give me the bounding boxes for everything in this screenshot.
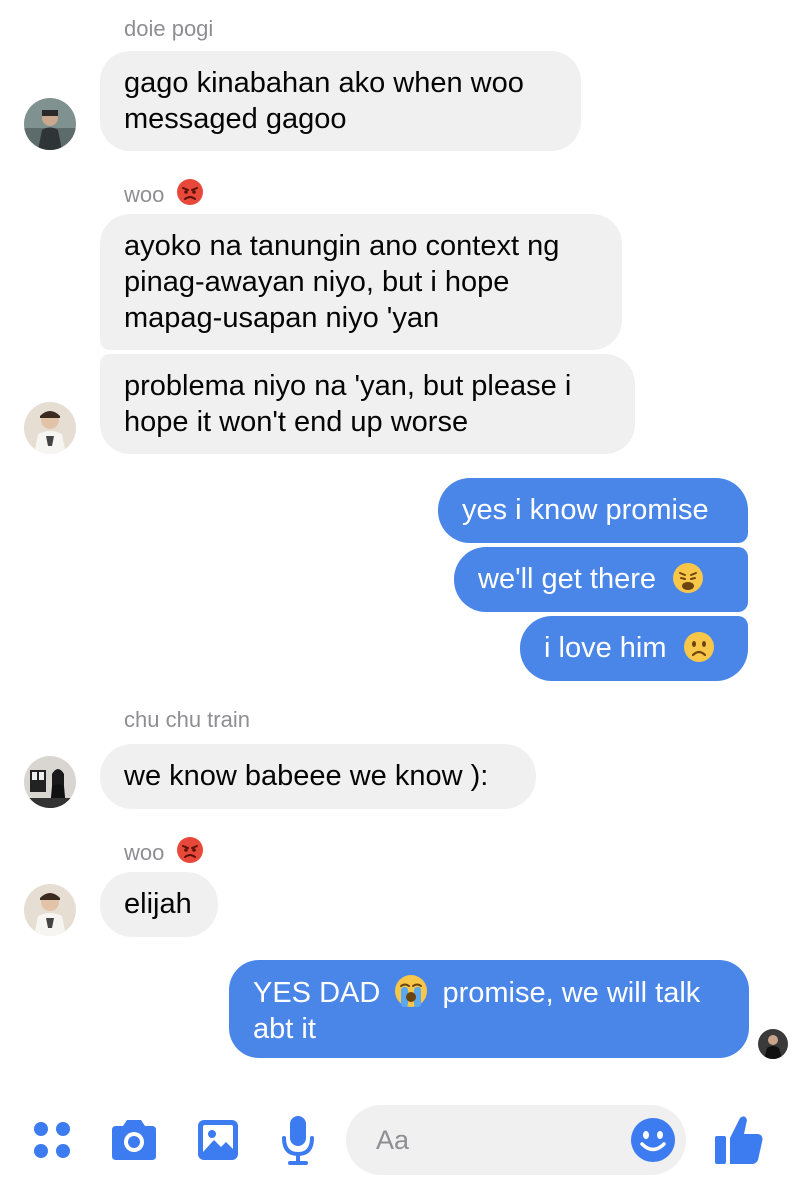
- gallery-icon[interactable]: [196, 1118, 240, 1167]
- message-text: i love him: [544, 632, 667, 664]
- message-bubble[interactable]: elijah: [100, 872, 218, 937]
- avatar-image: [24, 884, 76, 936]
- message-line: abt it: [253, 1013, 316, 1045]
- message-bubble-outgoing[interactable]: yes i know promise: [438, 478, 748, 543]
- sender-name-woo: woo: [124, 178, 204, 208]
- message-text: YES DAD: [253, 977, 381, 1009]
- avatar-woo[interactable]: [24, 402, 76, 454]
- message-input[interactable]: Aa: [346, 1105, 686, 1175]
- angry-face-icon: [177, 837, 204, 863]
- message-line: pinag-awayan niyo, but i hope: [124, 266, 510, 298]
- message-bubble-outgoing[interactable]: YES DAD promise, we will talk abt it: [229, 960, 749, 1058]
- sender-name-text: woo: [124, 840, 165, 865]
- message-line: problema niyo na 'yan, but please i: [124, 370, 572, 402]
- camera-icon[interactable]: [108, 1118, 160, 1167]
- angry-face-icon: [177, 179, 204, 205]
- loudly-crying-face-icon: [395, 975, 428, 1007]
- message-line: ayoko na tanungin ano context ng: [124, 230, 560, 262]
- sender-name-woo: woo: [124, 836, 204, 866]
- message-line: YES DAD promise, we will talk: [253, 974, 725, 1011]
- apps-icon[interactable]: [30, 1118, 74, 1167]
- avatar-woo[interactable]: [24, 884, 76, 936]
- message-bubble[interactable]: ayoko na tanungin ano context ng pinag-a…: [100, 214, 622, 350]
- message-bubble[interactable]: gago kinabahan ako when woo messaged gag…: [100, 51, 581, 151]
- message-bubble[interactable]: problema niyo na 'yan, but please i hope…: [100, 354, 635, 454]
- emoji-icon[interactable]: [630, 1117, 676, 1168]
- message-line: mapag-usapan niyo 'yan: [124, 302, 440, 334]
- microphone-icon[interactable]: [280, 1114, 316, 1171]
- weary-face-icon: [673, 563, 704, 593]
- message-text: promise, we will talk: [442, 977, 701, 1009]
- message-line: gago kinabahan ako when woo: [124, 67, 524, 99]
- message-line: messaged gagoo: [124, 103, 347, 135]
- avatar-image: [24, 402, 76, 454]
- sender-name-doie-pogi: doie pogi: [124, 16, 214, 41]
- message-bubble[interactable]: we know babeee we know ):: [100, 744, 536, 809]
- avatar-image: [24, 98, 76, 150]
- avatar-chu-chu-train[interactable]: [24, 756, 76, 808]
- message-bubble-outgoing[interactable]: we'll get there: [454, 547, 748, 612]
- read-receipt-avatar: [758, 1029, 788, 1059]
- frowning-face-icon: [683, 632, 714, 662]
- avatar-doie-pogi[interactable]: [24, 98, 76, 150]
- message-bubble-outgoing[interactable]: i love him: [520, 616, 748, 681]
- message-input-placeholder: Aa: [376, 1125, 410, 1155]
- thumbs-up-icon[interactable]: [712, 1112, 766, 1171]
- message-line: hope it won't end up worse: [124, 406, 469, 438]
- message-text: we'll get there: [478, 563, 657, 595]
- sender-name-text: woo: [124, 182, 165, 207]
- avatar-image: [758, 1029, 788, 1059]
- avatar-image: [24, 756, 76, 808]
- sender-name-chu-chu-train: chu chu train: [124, 707, 250, 732]
